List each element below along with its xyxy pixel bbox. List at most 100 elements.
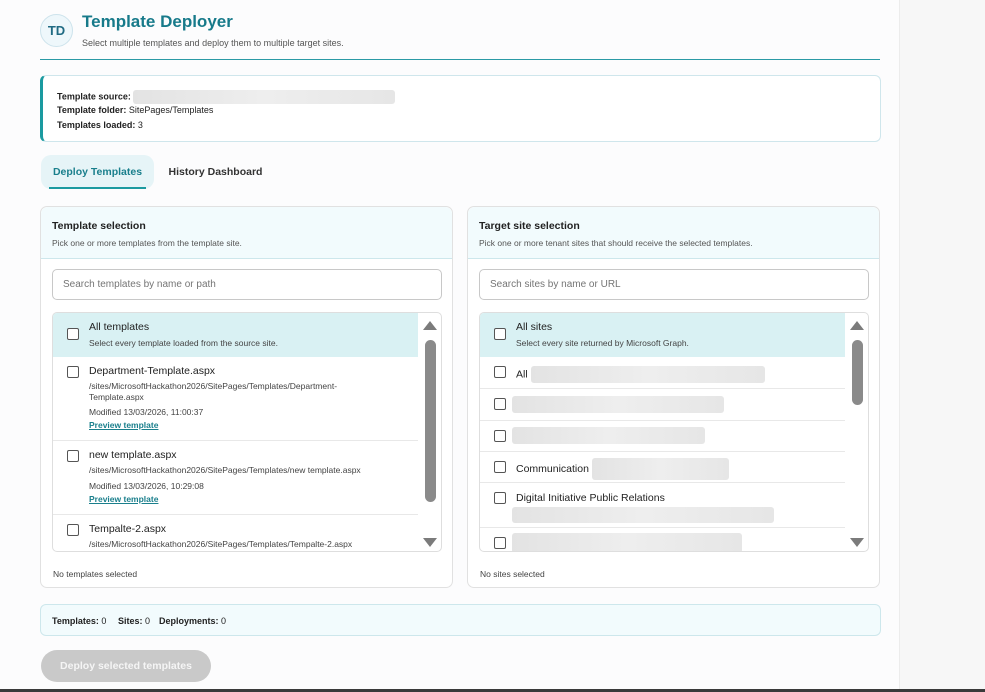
app-title: Template Deployer [82, 12, 233, 31]
template-item[interactable]: Tempalte-2.aspx /sites/MicrosoftHackatho… [53, 515, 418, 551]
redacted-site-name [512, 427, 705, 444]
template-path: /sites/MicrosoftHackathon2026/SitePages/… [89, 465, 361, 475]
template-checkbox[interactable] [67, 524, 79, 536]
app-subtitle: Select multiple templates and deploy the… [82, 38, 344, 48]
preview-template-link[interactable]: Preview template [89, 494, 158, 504]
all-sites-checkbox[interactable] [494, 328, 506, 340]
redacted-site-name [512, 533, 742, 551]
template-folder-line: Template folder: SitePages/Templates [57, 105, 213, 115]
scroll-thumb[interactable] [852, 340, 863, 405]
all-sites-item[interactable]: All sites Select every site returned by … [480, 313, 845, 357]
all-sites-desc: Select every site returned by Microsoft … [516, 338, 689, 348]
templates-loaded-label: Templates loaded: [57, 120, 136, 130]
site-panel-subtitle: Pick one or more tenant sites that shoul… [479, 238, 753, 248]
summary-templates-label: Templates: [52, 616, 99, 626]
template-checkbox[interactable] [67, 450, 79, 462]
all-templates-label: All templates [89, 321, 150, 333]
redacted-site-name [530, 366, 765, 383]
template-source-line: Template source: [57, 90, 396, 104]
site-selection-panel: Target site selection Pick one or more t… [467, 206, 880, 588]
template-panel-header: Template selection Pick one or more temp… [41, 207, 452, 259]
site-checkbox[interactable] [494, 398, 506, 410]
redacted-site-url [512, 507, 774, 523]
all-sites-label: All sites [516, 321, 553, 333]
app-logo: TD [40, 14, 73, 47]
template-path: /sites/MicrosoftHackathon2026/SitePages/… [89, 381, 338, 402]
template-item[interactable]: Department-Template.aspx /sites/Microsof… [53, 357, 418, 441]
deploy-selected-button[interactable]: Deploy selected templates [41, 650, 211, 682]
site-name: Communication [516, 458, 729, 480]
site-list-items: All sites Select every site returned by … [480, 313, 845, 551]
app-header: TD Template Deployer Select multiple tem… [40, 12, 880, 60]
site-checkbox[interactable] [494, 492, 506, 504]
template-checkbox[interactable] [67, 366, 79, 378]
site-search-input[interactable] [479, 269, 869, 300]
site-list[interactable]: All sites Select every site returned by … [479, 312, 869, 552]
templates-loaded-value: 3 [137, 120, 143, 130]
scroll-up-icon[interactable] [423, 321, 437, 330]
template-modified: Modified 13/03/2026, 11:00:37 [89, 407, 204, 417]
template-search-input[interactable] [52, 269, 442, 300]
scroll-down-icon[interactable] [850, 538, 864, 547]
site-item[interactable]: Communication [480, 452, 845, 483]
preview-template-link[interactable]: Preview template [89, 420, 158, 430]
tab-history-dashboard[interactable]: History Dashboard [158, 155, 273, 189]
template-panel-title: Template selection [52, 220, 146, 232]
templates-loaded-line: Templates loaded: 3 [57, 120, 143, 130]
site-list-scrollbar[interactable] [846, 313, 868, 551]
site-item[interactable] [480, 389, 845, 421]
template-name: Department-Template.aspx [89, 365, 216, 377]
site-name: All [516, 366, 765, 383]
site-name-text: All [516, 368, 528, 381]
template-modified: Modified 13/03/2026, 10:29:08 [89, 481, 204, 491]
template-selection-panel: Template selection Pick one or more temp… [40, 206, 453, 588]
template-name: new template.aspx [89, 449, 177, 461]
template-list[interactable]: All templates Select every template load… [52, 312, 442, 552]
site-panel-header: Target site selection Pick one or more t… [468, 207, 879, 259]
redacted-source-url [133, 90, 396, 104]
summary-sites-label: Sites: [118, 616, 143, 626]
summary-sites-value: 0 [145, 616, 151, 626]
template-list-items: All templates Select every template load… [53, 313, 418, 551]
tab-deploy-templates[interactable]: Deploy Templates [41, 155, 154, 189]
site-name [512, 427, 705, 444]
all-templates-item[interactable]: All templates Select every template load… [53, 313, 418, 357]
template-item[interactable]: new template.aspx /sites/MicrosoftHackat… [53, 441, 418, 515]
template-name: Tempalte-2.aspx [89, 523, 167, 535]
summary-templates-value: 0 [101, 616, 107, 626]
template-panel-subtitle: Pick one or more templates from the temp… [52, 238, 242, 248]
template-folder-label: Template folder: [57, 105, 127, 115]
scroll-thumb[interactable] [425, 340, 436, 502]
template-list-scrollbar[interactable] [419, 313, 441, 551]
site-item[interactable] [480, 421, 845, 452]
template-source-card: Template source: Template folder: SitePa… [40, 75, 881, 142]
scroll-up-icon[interactable] [850, 321, 864, 330]
summary-templates: Templates: 0 [52, 616, 106, 626]
redacted-site-name [512, 396, 724, 413]
site-name-text: Communication [516, 462, 589, 475]
site-name [512, 533, 742, 551]
app-page: TD Template Deployer Select multiple tem… [0, 0, 900, 692]
template-folder-value: SitePages/Templates [128, 105, 214, 115]
site-checkbox[interactable] [494, 366, 506, 378]
redacted-site-name [591, 458, 729, 480]
site-checkbox[interactable] [494, 430, 506, 442]
summary-deployments-value: 0 [221, 616, 227, 626]
site-panel-title: Target site selection [479, 220, 580, 232]
site-selection-status: No sites selected [480, 569, 545, 579]
summary-sites: Sites: 0 [118, 616, 150, 626]
site-item[interactable] [480, 528, 845, 551]
summary-deployments: Deployments: 0 [159, 616, 226, 626]
site-item[interactable]: All [480, 357, 845, 389]
site-name: Digital Initiative Public Relations [516, 492, 665, 504]
summary-deployments-label: Deployments: [159, 616, 219, 626]
template-source-label: Template source: [57, 91, 131, 102]
scroll-down-icon[interactable] [423, 538, 437, 547]
site-item[interactable]: Digital Initiative Public Relations [480, 483, 845, 528]
site-checkbox[interactable] [494, 461, 506, 473]
site-checkbox[interactable] [494, 537, 506, 549]
deployment-summary: Templates: 0 Sites: 0 Deployments: 0 [40, 604, 881, 636]
all-templates-checkbox[interactable] [67, 328, 79, 340]
all-templates-desc: Select every template loaded from the so… [89, 338, 278, 348]
template-selection-status: No templates selected [53, 569, 138, 579]
